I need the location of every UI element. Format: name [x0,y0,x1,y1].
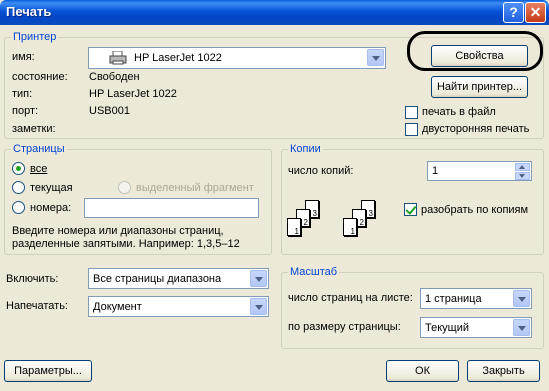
pages-numbers-radio[interactable] [12,201,25,214]
zoom-fit-value: Текущий [425,322,469,334]
spin-up-icon[interactable] [515,163,530,171]
printer-icon [109,50,127,65]
printer-select[interactable]: HP LaserJet 1022 [88,47,386,69]
title-bar: Печать ? ✕ [0,0,549,25]
chevron-down-icon[interactable] [513,290,530,307]
print-what-label: Напечатать: [6,300,68,312]
help-button[interactable]: ? [503,2,524,23]
copies-count-spinner[interactable]: 1 [427,161,532,181]
pages-selection-radio[interactable] [118,181,131,194]
duplex-label: двусторонняя печать [422,123,530,135]
pages-legend: Страницы [11,143,67,155]
zoom-per-sheet-value: 1 страница [425,293,482,305]
collate-page: 1 [343,218,357,236]
pages-selection-label: выделенный фрагмент [136,182,254,194]
zoom-per-sheet-select[interactable]: 1 страница [420,288,532,309]
printer-type-value: HP LaserJet 1022 [89,88,177,100]
collate-page: 1 [287,218,301,236]
copies-count-label: число копий: [288,165,354,177]
pages-numbers-label: номера: [30,202,72,214]
print-what-value: Документ [93,301,142,313]
chevron-down-icon[interactable] [367,49,384,66]
zoom-fit-select[interactable]: Текущий [420,317,532,338]
collate-label: разобрать по копиям [421,204,529,216]
include-select[interactable]: Все страницы диапазона [88,268,269,289]
zoom-legend: Масштаб [288,266,340,278]
find-printer-button[interactable]: Найти принтер... [431,76,528,98]
print-to-file-label: печать в файл [422,106,496,118]
window-title: Печать [6,4,52,19]
printer-port-label: порт: [12,105,39,117]
highlight-circle [407,31,543,71]
chevron-down-icon[interactable] [250,298,267,315]
include-value: Все страницы диапазона [93,273,222,285]
collate-checkbox[interactable] [404,203,417,216]
copies-legend: Копии [288,143,323,155]
printer-name-value: HP LaserJet 1022 [134,52,222,64]
printer-status-label: состояние: [12,71,68,83]
pages-current-radio[interactable] [12,181,25,194]
printer-notes-label: заметки: [12,123,56,135]
pages-numbers-input[interactable] [84,198,259,218]
printer-legend: Принтер [11,31,59,43]
spin-down-icon[interactable] [515,172,530,180]
printer-name-label: имя: [12,51,35,63]
pages-all-radio[interactable] [12,162,25,175]
chevron-down-icon[interactable] [250,270,267,287]
pages-all-label: все [30,163,48,175]
chevron-down-icon[interactable] [513,319,530,336]
print-to-file-checkbox[interactable] [405,106,418,119]
close-button[interactable]: ✕ [525,2,546,23]
pages-current-label: текущая [30,182,73,194]
zoom-per-sheet-label: число страниц на листе: [288,292,413,304]
print-what-select[interactable]: Документ [88,296,269,317]
printer-port-value: USB001 [89,105,130,117]
ok-button[interactable]: ОК [386,360,459,382]
printer-type-label: тип: [12,88,33,100]
pages-hint: Введите номера или диапазоны страниц, ра… [12,225,240,250]
cancel-button[interactable]: Закрыть [467,360,540,382]
include-label: Включить: [6,273,59,285]
printer-status-value: Свободен [89,71,140,83]
duplex-checkbox[interactable] [405,123,418,136]
zoom-fit-label: по размеру страницы: [288,321,401,333]
options-button[interactable]: Параметры... [4,360,92,382]
copies-count-value: 1 [432,165,439,177]
